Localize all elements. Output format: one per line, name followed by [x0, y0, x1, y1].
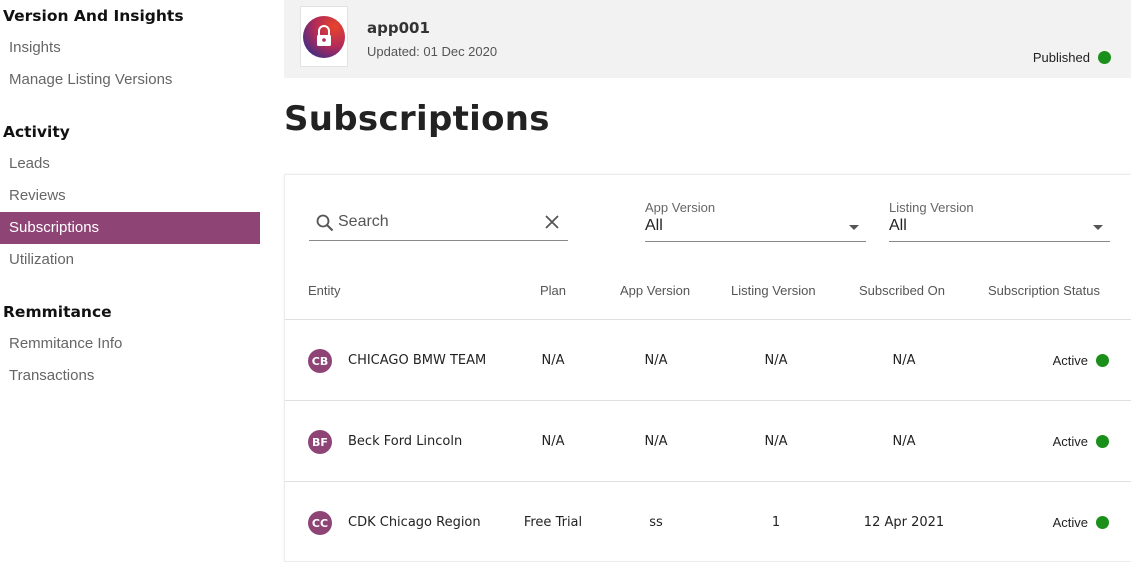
listing-version-cell: N/A [764, 353, 788, 368]
column-header-entity[interactable]: Entity [308, 283, 341, 298]
listing-version-select[interactable]: Listing Version All [889, 200, 1110, 242]
table-row[interactable]: CC CDK Chicago Region Free Trial ss 1 12… [285, 482, 1131, 562]
plan-cell: Free Trial [523, 515, 583, 530]
sidebar: Version And Insights Insights Manage Lis… [0, 0, 260, 562]
app-version-select[interactable]: App Version All [645, 200, 866, 242]
status-dot-icon [1098, 51, 1111, 64]
publish-status: Published [1033, 50, 1111, 65]
sidebar-item-subscriptions[interactable]: Subscriptions [0, 212, 260, 244]
search-icon [316, 214, 334, 232]
app-updated-date: Updated: 01 Dec 2020 [367, 44, 498, 59]
sidebar-item-transactions[interactable]: Transactions [0, 360, 260, 392]
subscriptions-panel: App Version All Listing Version All Enti… [284, 174, 1131, 562]
subscribed-on-cell: N/A [892, 353, 916, 368]
listing-version-label: Listing Version [889, 200, 974, 215]
lock-icon [303, 15, 345, 58]
entity-name: CHICAGO BMW TEAM [348, 353, 487, 368]
avatar: CB [308, 349, 332, 373]
subscribed-on-cell: 12 Apr 2021 [863, 515, 945, 530]
app-version-cell: N/A [644, 353, 668, 368]
column-header-subscription-status[interactable]: Subscription Status [988, 283, 1100, 298]
avatar: CC [308, 511, 332, 535]
sidebar-section-remmitance: Remmitance [3, 303, 112, 321]
entity-name: Beck Ford Lincoln [348, 434, 463, 449]
status-badge: Active [1053, 353, 1109, 368]
column-header-plan[interactable]: Plan [540, 283, 566, 298]
sidebar-item-reviews[interactable]: Reviews [0, 180, 260, 212]
listing-version-cell: 1 [771, 515, 781, 530]
sidebar-item-remmitance-info[interactable]: Remmitance Info [0, 328, 260, 360]
app-name: app001 [367, 19, 430, 37]
app-version-label: App Version [645, 200, 716, 215]
search-input[interactable] [338, 211, 538, 233]
sidebar-item-leads[interactable]: Leads [0, 148, 260, 180]
app-logo [300, 6, 348, 67]
column-header-app-version[interactable]: App Version [620, 283, 690, 298]
listing-version-cell: N/A [764, 434, 788, 449]
page-title: Subscriptions [284, 99, 550, 139]
plan-cell: N/A [541, 434, 565, 449]
status-dot-icon [1096, 354, 1109, 367]
avatar: BF [308, 430, 332, 454]
app-header: app001 Updated: 01 Dec 2020 Published [284, 0, 1131, 78]
chevron-down-icon [1093, 225, 1103, 230]
entity-name: CDK Chicago Region [348, 515, 481, 530]
plan-cell: N/A [541, 353, 565, 368]
app-version-cell: ss [649, 515, 663, 530]
sidebar-item-insights[interactable]: Insights [0, 32, 260, 64]
column-header-listing-version[interactable]: Listing Version [731, 283, 816, 298]
listing-version-value: All [889, 217, 907, 234]
search-box [309, 205, 568, 241]
subscribed-on-cell: N/A [892, 434, 916, 449]
sidebar-section-version-and-insights: Version And Insights [3, 7, 184, 25]
sidebar-section-activity: Activity [3, 123, 70, 141]
table-row[interactable]: BF Beck Ford Lincoln N/A N/A N/A N/A Act… [285, 401, 1131, 482]
column-header-subscribed-on[interactable]: Subscribed On [859, 283, 945, 298]
sidebar-item-manage-listing-versions[interactable]: Manage Listing Versions [0, 64, 260, 96]
chevron-down-icon [849, 225, 859, 230]
sidebar-item-utilization[interactable]: Utilization [0, 244, 260, 276]
status-badge: Active [1053, 515, 1109, 530]
app-version-cell: N/A [644, 434, 668, 449]
status-label: Active [1052, 353, 1088, 368]
status-badge: Active [1053, 434, 1109, 449]
status-dot-icon [1096, 516, 1109, 529]
app-version-value: All [645, 217, 663, 234]
publish-status-label: Published [1032, 50, 1090, 65]
status-label: Active [1052, 515, 1088, 530]
close-icon[interactable] [544, 214, 560, 230]
status-dot-icon [1096, 435, 1109, 448]
table-row[interactable]: CB CHICAGO BMW TEAM N/A N/A N/A N/A Acti… [285, 320, 1131, 401]
status-label: Active [1052, 434, 1088, 449]
